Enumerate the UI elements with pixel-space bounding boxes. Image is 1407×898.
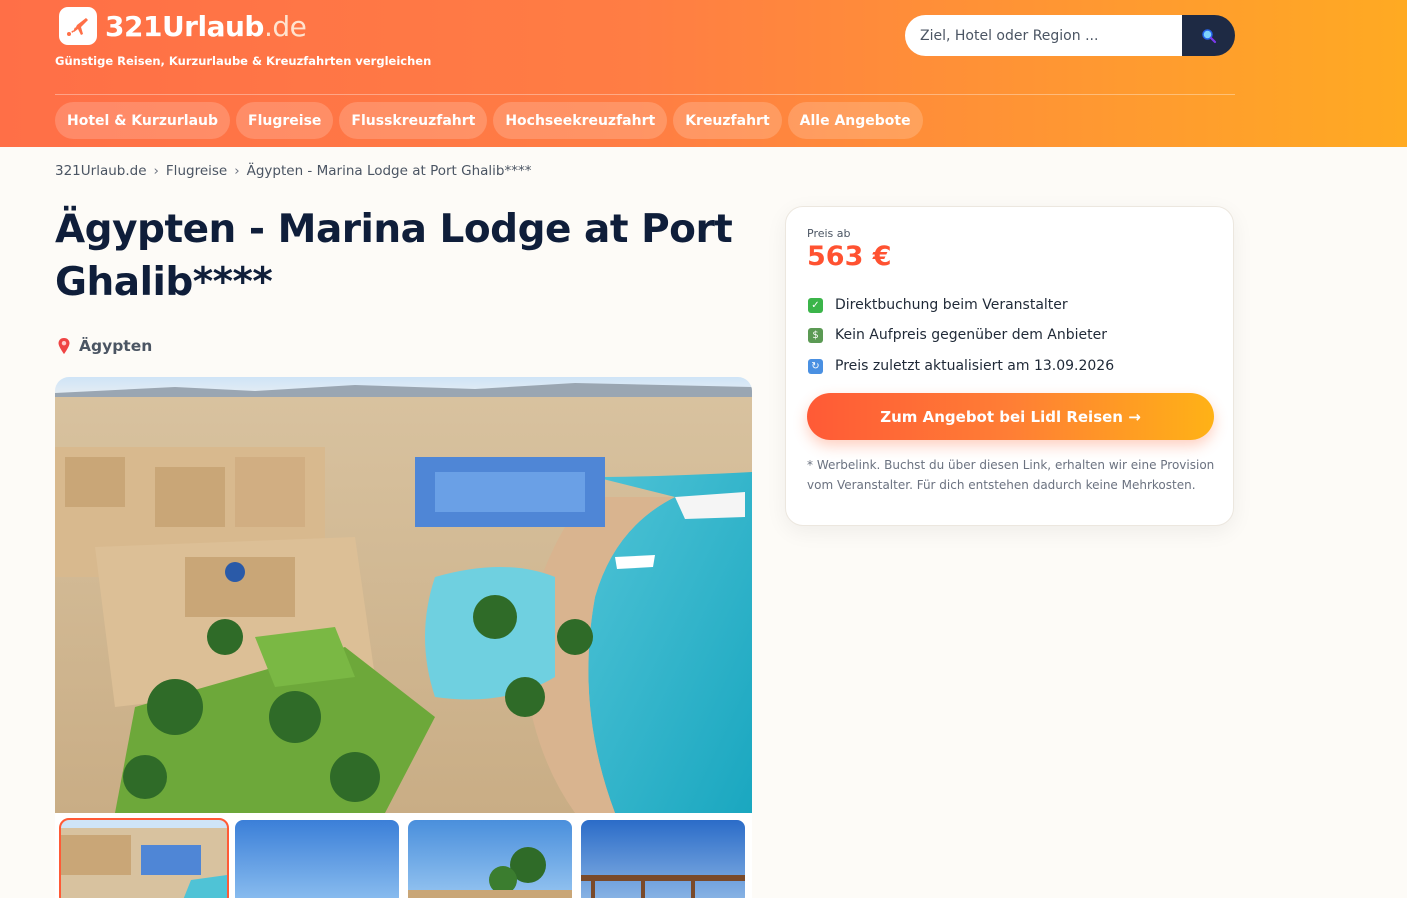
money-icon: $ [808, 327, 823, 343]
header-divider [55, 94, 1235, 95]
plane-icon [59, 7, 97, 45]
nav-item-alle-angebote[interactable]: Alle Angebote [787, 102, 923, 139]
brand-name: 321Urlaub [105, 9, 264, 43]
brand-tld: .de [263, 9, 307, 43]
nav-item-flugreise[interactable]: Flugreise [236, 102, 334, 139]
nav-item-flusskreuzfahrt[interactable]: Flusskreuzfahrt [339, 102, 488, 139]
nav-item-hotel[interactable]: Hotel & Kurzurlaub [55, 102, 231, 139]
nav-item-kreuzfahrt[interactable]: Kreuzfahrt [673, 102, 782, 139]
pin-icon [58, 338, 70, 354]
search-icon [1201, 28, 1216, 43]
hotel-location: Ägypten [57, 337, 152, 355]
hotel-main-image[interactable] [55, 377, 752, 813]
breadcrumb-flugreise[interactable]: Flugreise [166, 163, 227, 179]
feature-item: ✓ Direktbuchung beim Veranstalter [808, 297, 1068, 313]
feature-item: $ Kein Aufpreis gegenüber dem Anbieter [808, 327, 1107, 343]
thumbnail-strip [55, 813, 752, 898]
location-label: Ägypten [79, 337, 153, 355]
nav-item-hochseekreuzfahrt[interactable]: Hochseekreuzfahrt [493, 102, 668, 139]
thumbnail-4[interactable] [581, 820, 745, 898]
breadcrumb-separator: › [153, 163, 159, 179]
breadcrumb: 321Urlaub.de › Flugreise › Ägypten - Mar… [55, 163, 532, 179]
thumbnail-3[interactable] [408, 820, 572, 898]
search-button[interactable] [1182, 15, 1235, 56]
thumbnail-2[interactable] [235, 820, 399, 898]
search-input[interactable] [905, 15, 1182, 56]
search-bar [905, 15, 1235, 56]
site-logo[interactable]: 321Urlaub.de [59, 7, 307, 45]
breadcrumb-home[interactable]: 321Urlaub.de [55, 163, 147, 179]
thumbnail-1[interactable] [59, 818, 229, 898]
site-header: 321Urlaub.de Günstige Reisen, Kurzurlaub… [0, 0, 1407, 147]
feature-text: Kein Aufpreis gegenüber dem Anbieter [835, 327, 1108, 343]
feature-text: Direktbuchung beim Veranstalter [835, 297, 1068, 313]
main-nav: Hotel & Kurzurlaub Flugreise Flusskreuzf… [55, 102, 923, 139]
feature-item: ↻ Preis zuletzt aktualisiert am 13.09.20… [808, 358, 1114, 374]
price-label: Preis ab [807, 227, 851, 240]
check-icon: ✓ [808, 297, 823, 313]
site-tagline: Günstige Reisen, Kurzurlaube & Kreuzfahr… [55, 54, 432, 68]
offer-cta-button[interactable]: Zum Angebot bei Lidl Reisen → [807, 393, 1214, 440]
breadcrumb-separator: › [234, 163, 240, 179]
price-value: 563 € [807, 241, 892, 272]
breadcrumb-current: Ägypten - Marina Lodge at Port Ghalib***… [246, 163, 532, 179]
page-title: Ägypten - Marina Lodge at Port Ghalib***… [55, 207, 733, 305]
offer-card: Preis ab 563 € ✓ Direktbuchung beim Vera… [785, 206, 1234, 526]
feature-text: Preis zuletzt aktualisiert am 13.09.2026 [835, 358, 1115, 374]
affiliate-note: * Werbelink. Buchst du über diesen Link,… [807, 458, 1215, 492]
refresh-icon: ↻ [808, 358, 823, 374]
